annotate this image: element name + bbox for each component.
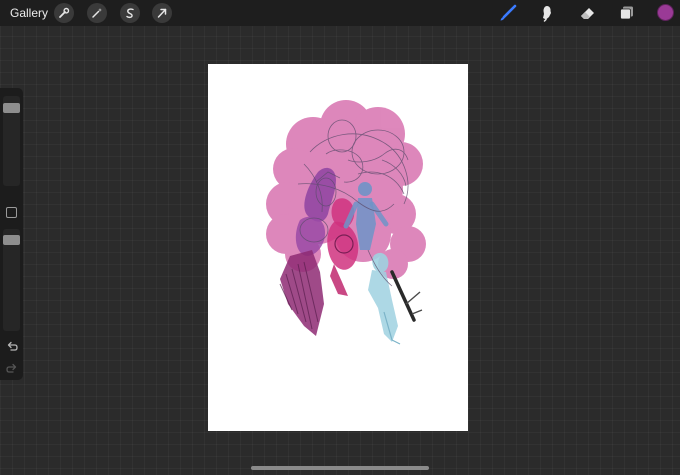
wrench-icon bbox=[59, 7, 70, 18]
selection-s-icon bbox=[126, 8, 134, 19]
redo-button[interactable] bbox=[4, 361, 19, 375]
eraser-tool-button[interactable] bbox=[576, 3, 598, 23]
modify-button[interactable] bbox=[6, 207, 17, 218]
transform-button[interactable] bbox=[152, 3, 172, 23]
adjustments-button[interactable] bbox=[87, 3, 107, 23]
color-picker-swatch[interactable] bbox=[657, 4, 674, 21]
smudge-tool-button[interactable] bbox=[536, 3, 558, 23]
left-sidebar bbox=[0, 88, 23, 380]
layers-icon bbox=[620, 6, 633, 20]
selection-button[interactable] bbox=[120, 3, 140, 23]
layers-button[interactable] bbox=[616, 3, 638, 23]
brush-tool-button[interactable] bbox=[497, 3, 519, 23]
undo-button[interactable] bbox=[4, 339, 19, 353]
undo-icon bbox=[7, 341, 18, 351]
eraser-icon bbox=[581, 8, 594, 19]
artwork-sketch bbox=[266, 100, 426, 345]
drawing-canvas[interactable] bbox=[208, 64, 468, 431]
brush-icon bbox=[500, 4, 517, 21]
redo-icon bbox=[5, 363, 16, 373]
top-toolbar: Gallery bbox=[0, 0, 680, 26]
opacity-thumb[interactable] bbox=[3, 235, 20, 245]
magic-wand-icon bbox=[92, 8, 102, 18]
gallery-button[interactable]: Gallery bbox=[10, 6, 48, 20]
actions-button[interactable] bbox=[54, 3, 74, 23]
smudge-icon bbox=[543, 6, 551, 22]
cursor-arrow-icon bbox=[157, 8, 167, 18]
brush-size-thumb[interactable] bbox=[3, 103, 20, 113]
home-indicator[interactable] bbox=[251, 466, 429, 470]
